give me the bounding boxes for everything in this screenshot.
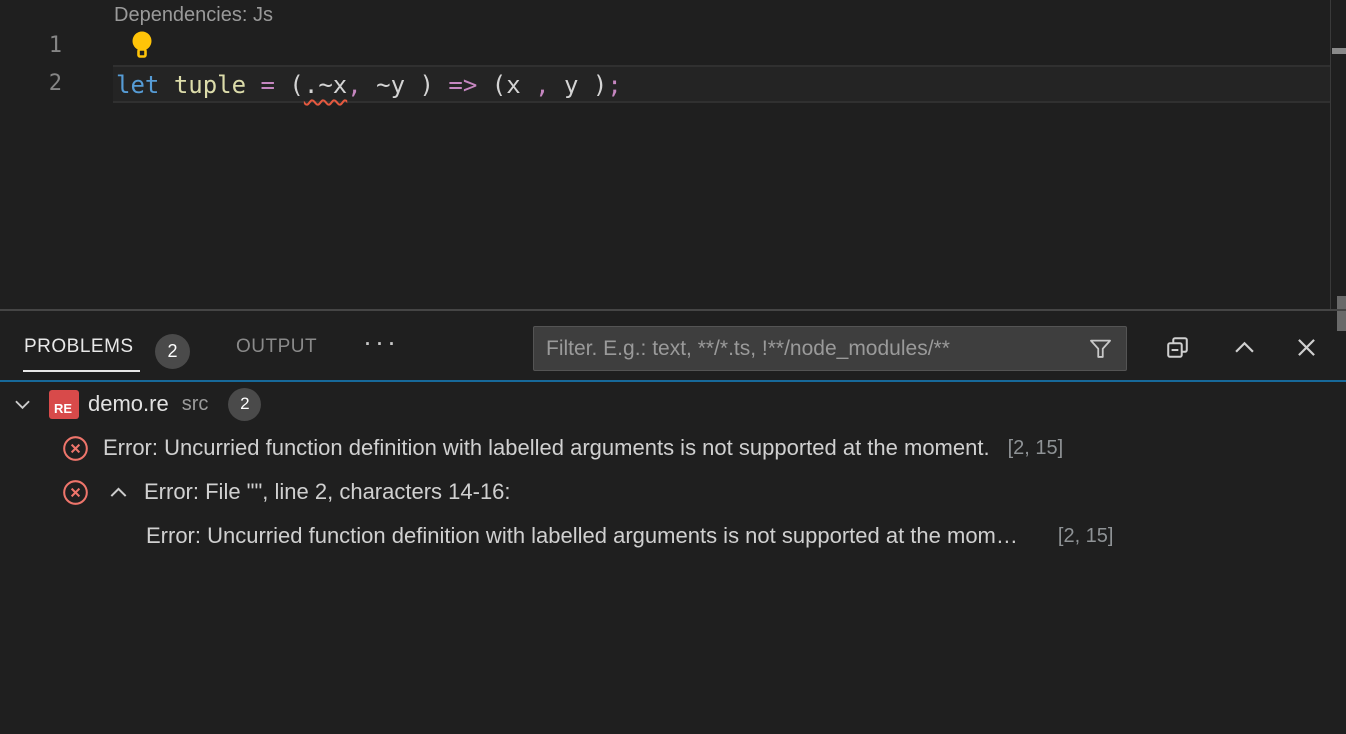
reason-file-icon: RE — [49, 390, 79, 419]
maximize-panel-icon[interactable] — [1230, 333, 1258, 361]
code-token: = — [261, 71, 275, 99]
code-token — [159, 71, 173, 99]
more-tabs-icon[interactable]: ··· — [363, 327, 399, 358]
code-token: => — [448, 71, 477, 99]
code-token: ~y ) — [362, 71, 434, 99]
error-icon — [62, 435, 89, 462]
code-token: y ) — [550, 71, 608, 99]
code-token: let — [116, 71, 159, 99]
error-icon — [62, 479, 89, 506]
problem-message: Error: Uncurried function definition wit… — [146, 523, 1018, 549]
tab-problems[interactable]: PROBLEMS — [24, 336, 134, 358]
tab-output[interactable]: OUTPUT — [236, 336, 317, 358]
problem-related-row[interactable]: Error: Uncurried function definition wit… — [0, 514, 1346, 558]
problem-message: Error: File "", line 2, characters 14-16… — [144, 479, 511, 505]
filter-icon[interactable] — [1087, 335, 1114, 362]
editor-panel-divider[interactable] — [0, 309, 1346, 311]
lightbulb-icon[interactable] — [129, 30, 155, 60]
file-problems-count-badge: 2 — [228, 388, 261, 421]
problem-position: [2, 15] — [1008, 437, 1064, 460]
error-squiggle-token: .~x — [304, 71, 347, 99]
file-name: demo.re — [88, 391, 169, 417]
line-number-1: 1 — [0, 33, 62, 58]
code-token — [246, 71, 260, 99]
codelens-dependencies[interactable]: Dependencies: Js — [114, 4, 273, 27]
code-token — [434, 71, 448, 99]
file-directory: src — [182, 393, 209, 416]
problem-position: [2, 15] — [1058, 525, 1114, 548]
code-token: ( — [275, 71, 304, 99]
problems-file-row[interactable]: RE demo.re src 2 — [0, 382, 1346, 426]
scrollbar-gutter-line — [1330, 0, 1331, 310]
active-tab-underline — [23, 370, 140, 372]
restore-panel-icon[interactable] — [1163, 333, 1191, 361]
chevron-down-icon[interactable] — [12, 394, 33, 415]
close-panel-icon[interactable] — [1292, 333, 1320, 361]
problem-row[interactable]: Error: File "", line 2, characters 14-16… — [0, 470, 1346, 514]
problems-list: RE demo.re src 2 Error: Uncurried functi… — [0, 382, 1346, 558]
code-line-2[interactable]: let tuple = (.~x, ~y ) => (x , y ); — [116, 71, 622, 99]
vscode-window: Dependencies: Js 1 2 let tuple = (.~x, ~… — [0, 0, 1346, 734]
code-token: , — [347, 71, 361, 99]
line-number-2: 2 — [0, 71, 62, 96]
overview-ruler-cursor-mark — [1332, 48, 1346, 54]
code-token: ; — [607, 71, 621, 99]
chevron-up-icon[interactable] — [107, 481, 130, 504]
scrollbar-thumb[interactable] — [1337, 296, 1346, 331]
problem-row[interactable]: Error: Uncurried function definition wit… — [0, 426, 1346, 470]
filter-input[interactable] — [534, 337, 1087, 361]
code-token: , — [535, 71, 549, 99]
code-token: tuple — [174, 71, 246, 99]
problem-message: Error: Uncurried function definition wit… — [103, 435, 990, 461]
code-editor[interactable]: Dependencies: Js 1 2 let tuple = (.~x, ~… — [0, 0, 1346, 309]
code-token: (x — [477, 71, 535, 99]
problems-count-badge: 2 — [155, 334, 190, 369]
problems-filter-box — [533, 326, 1127, 371]
